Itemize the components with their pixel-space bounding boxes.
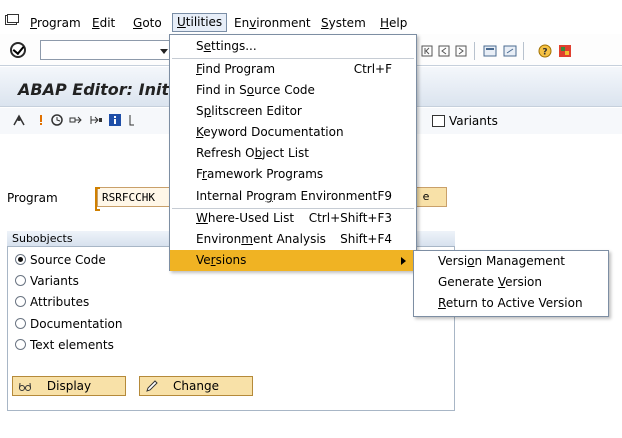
menu-item-where-used-list[interactable]: Where-Used List Ctrl+Shift+F3 bbox=[170, 208, 416, 229]
activate-icon[interactable] bbox=[50, 113, 64, 127]
info-icon[interactable] bbox=[108, 113, 122, 127]
display-button[interactable]: Display bbox=[12, 376, 126, 396]
first-page-icon[interactable] bbox=[420, 44, 434, 58]
menu-item-versions[interactable]: Versions bbox=[170, 250, 416, 271]
variants-icon bbox=[432, 115, 445, 127]
next-page-icon[interactable] bbox=[454, 44, 468, 58]
radio-button[interactable] bbox=[15, 296, 26, 307]
program-label: Program bbox=[7, 191, 58, 205]
other-object-icon[interactable] bbox=[12, 113, 26, 127]
where-used-icon[interactable] bbox=[69, 113, 83, 127]
radio-button[interactable] bbox=[15, 275, 26, 286]
subobjects-title: Subobjects bbox=[12, 232, 73, 245]
menu-edit[interactable]: Edit bbox=[92, 15, 115, 31]
previous-page-icon[interactable] bbox=[437, 44, 451, 58]
display-label: Display bbox=[46, 379, 92, 393]
program-input[interactable]: RSRFCCHK bbox=[95, 187, 172, 211]
menu-item-find-program[interactable]: Find Program Ctrl+F bbox=[170, 59, 416, 80]
submenu-arrow-icon bbox=[401, 257, 406, 265]
enter-check-icon[interactable] bbox=[10, 42, 26, 58]
radio-documentation[interactable]: Documentation bbox=[15, 316, 123, 332]
window-menu-icon[interactable] bbox=[5, 14, 19, 26]
radio-text-elements[interactable]: Text elements bbox=[15, 337, 114, 353]
menu-environment[interactable]: Environment bbox=[234, 15, 311, 31]
submenu-item-generate-version[interactable]: Generate Version bbox=[438, 272, 542, 293]
radio-button[interactable] bbox=[15, 339, 26, 350]
menu-help[interactable]: Help bbox=[380, 15, 407, 31]
menu-item-find-in-source-code[interactable]: Find in Source Code bbox=[170, 80, 416, 101]
toolbar-divider bbox=[474, 42, 475, 60]
menu-item-refresh-object-list[interactable]: Refresh Object List bbox=[170, 143, 416, 164]
menu-system[interactable]: System bbox=[321, 15, 366, 31]
help-icon[interactable]: ? bbox=[538, 44, 552, 58]
menu-item-keyword-documentation[interactable]: Keyword Documentation bbox=[170, 122, 416, 143]
variants-button[interactable]: Variants bbox=[432, 112, 498, 130]
radio-source-code[interactable]: Source Code bbox=[15, 252, 106, 268]
menu-item-environment-analysis[interactable]: Environment Analysis Shift+F4 bbox=[170, 229, 416, 250]
menu-goto[interactable]: Goto bbox=[133, 15, 162, 31]
menu-item-settings[interactable]: Settings... bbox=[170, 36, 416, 57]
radio-attributes[interactable]: Attributes bbox=[15, 294, 89, 310]
debugging-icon[interactable] bbox=[89, 113, 103, 127]
menu-item-framework-programs[interactable]: Framework Programs bbox=[170, 164, 416, 185]
create-session-icon[interactable] bbox=[483, 44, 497, 58]
change-button[interactable]: Change bbox=[139, 376, 253, 396]
svg-text:?: ? bbox=[542, 48, 547, 58]
menu-item-internal-program-environment[interactable]: Internal Program Environment F9 bbox=[170, 186, 416, 207]
radio-variants[interactable]: Variants bbox=[15, 273, 79, 289]
command-history-arrow-icon[interactable] bbox=[160, 49, 168, 54]
toolbar-divider bbox=[523, 42, 524, 60]
command-field[interactable] bbox=[40, 40, 170, 60]
customize-layout-icon[interactable] bbox=[558, 44, 572, 58]
shortcut-icon[interactable] bbox=[503, 44, 517, 58]
check-syntax-icon[interactable] bbox=[34, 113, 48, 127]
variants-label: Variants bbox=[449, 114, 498, 128]
change-label: Change bbox=[173, 379, 219, 393]
more-tools-icon[interactable] bbox=[128, 113, 136, 127]
submenu-item-return-to-active-version[interactable]: Return to Active Version bbox=[438, 293, 583, 314]
radio-button[interactable] bbox=[15, 318, 26, 329]
page-title: ABAP Editor: Initia bbox=[18, 80, 186, 99]
radio-button[interactable] bbox=[15, 254, 26, 265]
submenu-item-version-management[interactable]: Version Management bbox=[438, 251, 565, 272]
menu-item-splitscreen-editor[interactable]: Splitscreen Editor bbox=[170, 101, 416, 122]
menu-utilities[interactable]: Utilities bbox=[172, 13, 228, 32]
menu-program[interactable]: Program bbox=[30, 15, 81, 31]
